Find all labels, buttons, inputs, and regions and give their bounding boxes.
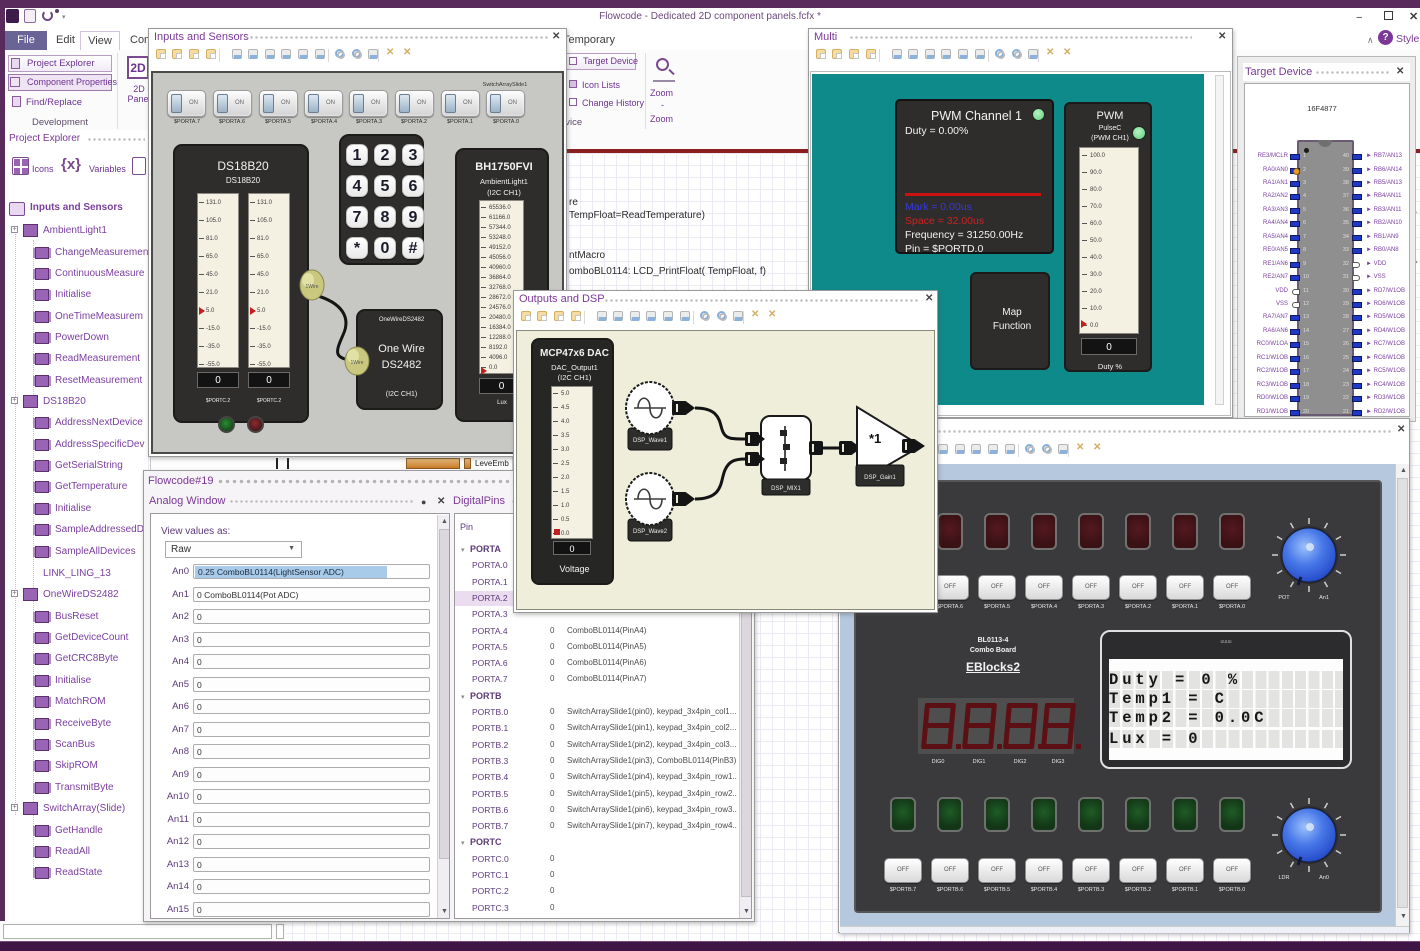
svg-text:DSP_Wave1: DSP_Wave1 [633, 438, 668, 444]
svg-text:DSP_MIX1: DSP_MIX1 [771, 486, 801, 492]
svg-text:1Wire: 1Wire [305, 284, 318, 290]
svg-text:1Wire: 1Wire [350, 360, 363, 366]
svg-text:*1: *1 [869, 431, 881, 446]
svg-text:DSP_Wave2: DSP_Wave2 [633, 529, 668, 535]
svg-text:DSP_Gain1: DSP_Gain1 [864, 475, 896, 481]
